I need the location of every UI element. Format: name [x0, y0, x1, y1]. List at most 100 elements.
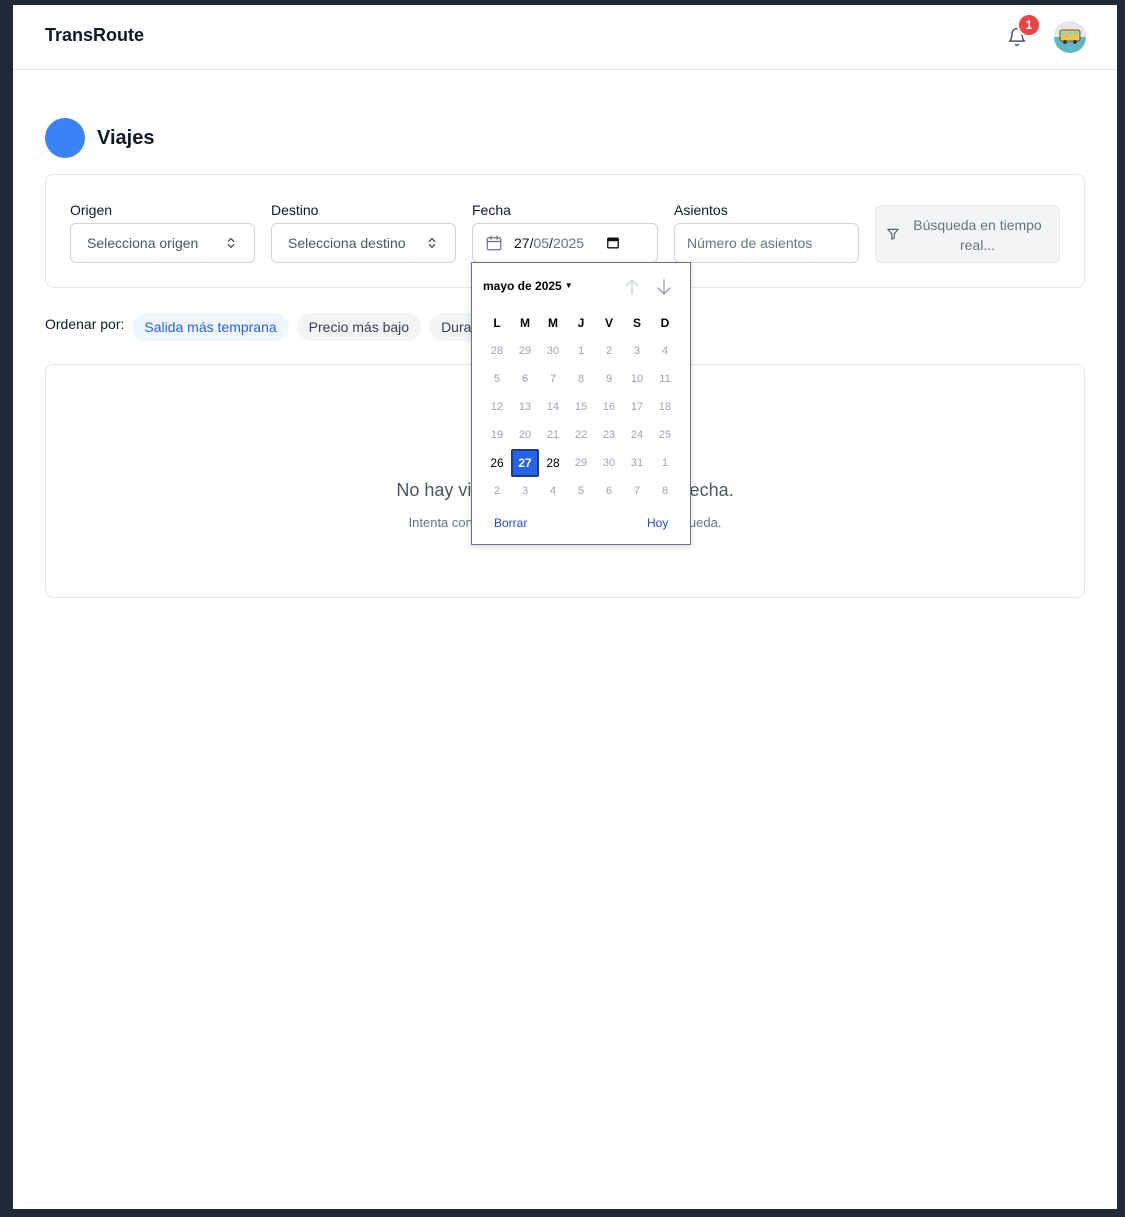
datepicker-day[interactable]: 4 — [539, 477, 567, 505]
datepicker-day[interactable]: 28 — [539, 449, 567, 477]
datepicker-day[interactable]: 23 — [595, 421, 623, 449]
datepicker-month-select[interactable]: mayo de 2025 ▼ — [483, 279, 573, 293]
date-label: Fecha — [472, 202, 511, 218]
datepicker-day[interactable]: 6 — [511, 365, 539, 393]
avatar[interactable] — [1054, 21, 1086, 53]
calendar-icon — [486, 235, 502, 251]
datepicker-weekday-row: LMMJVSD — [483, 309, 679, 337]
date-value: 27/05/2025 — [514, 235, 585, 251]
arrow-up-icon[interactable] — [622, 277, 642, 297]
datepicker-day[interactable]: 17 — [623, 393, 651, 421]
datepicker-day[interactable]: 22 — [567, 421, 595, 449]
sort-bar: Ordenar por: Salida más temprana Precio … — [45, 313, 517, 341]
datepicker-week-row: 2345678 — [483, 477, 679, 505]
datepicker-grid: L M M J V S D 28 29 30 1 2 3 4 5 6 7 8 9 10 11 12 13 14 15 16 17 18… — [483, 309, 679, 505]
datepicker-day[interactable]: 8 — [567, 365, 595, 393]
datepicker-day[interactable]: 9 — [595, 365, 623, 393]
datepicker-day[interactable]: 2 — [483, 477, 511, 505]
date-year: 2025 — [552, 235, 585, 251]
datepicker-day[interactable]: 6 — [595, 477, 623, 505]
chevron-updown-icon — [227, 237, 235, 249]
datepicker-week-row: 28 29 30 1 2 3 4 — [483, 337, 679, 365]
caret-down-icon: ▼ — [564, 281, 573, 290]
datepicker-day[interactable]: 30 — [595, 449, 623, 477]
page-icon — [45, 118, 85, 158]
datepicker-day[interactable]: 25 — [651, 421, 679, 449]
datepicker-day[interactable]: 14 — [539, 393, 567, 421]
realtime-search-button[interactable]: Búsqueda en tiempo real... — [875, 205, 1060, 263]
datepicker-day[interactable]: 11 — [651, 365, 679, 393]
datepicker-day-selected[interactable]: 27 — [511, 449, 539, 477]
datepicker-week-row: 12 13 14 15 16 17 18 — [483, 393, 679, 421]
datepicker-day[interactable]: 2 — [595, 337, 623, 365]
datepicker-day[interactable]: 1 — [651, 449, 679, 477]
datepicker-day[interactable]: 5 — [567, 477, 595, 505]
sort-option-lowest-price[interactable]: Precio más bajo — [296, 313, 422, 341]
destination-select-value: Selecciona destino — [288, 235, 406, 251]
date-input[interactable]: 27/05/2025 — [472, 223, 658, 263]
datepicker-popup: mayo de 2025 ▼ L M M J V S D 28 29 30 1 2 3 4 5 6 7 8 9 10 11… — [471, 262, 691, 545]
datepicker-day[interactable]: 29 — [511, 337, 539, 365]
datepicker-day[interactable]: 31 — [623, 449, 651, 477]
weekday-label: V — [604, 316, 613, 330]
origin-label: Origen — [70, 202, 113, 218]
datepicker-week-row: 26 27 28 29 30 31 1 — [483, 449, 679, 477]
datepicker-day[interactable]: 24 — [623, 421, 651, 449]
weekday-label: D — [660, 316, 670, 330]
datepicker-day[interactable]: 7 — [623, 477, 651, 505]
sort-label: Ordenar por: — [45, 316, 125, 332]
origin-select[interactable]: Selecciona origen — [70, 223, 255, 263]
weekday-label: M — [548, 316, 558, 330]
datepicker-day[interactable]: 21 — [539, 421, 567, 449]
datepicker-day[interactable]: 13 — [511, 393, 539, 421]
page-header: Viajes — [45, 118, 154, 158]
seats-label: Asientos — [674, 202, 728, 218]
datepicker-day[interactable]: 8 — [651, 477, 679, 505]
filter-icon — [887, 228, 899, 240]
datepicker-week-row: 19 20 21 22 23 24 25 — [483, 421, 679, 449]
seats-input[interactable]: Número de asientos — [674, 223, 859, 263]
datepicker-day[interactable]: 20 — [511, 421, 539, 449]
datepicker-day[interactable]: 30 — [539, 337, 567, 365]
datepicker-day[interactable]: 29 — [567, 449, 595, 477]
datepicker-day[interactable]: 19 — [483, 421, 511, 449]
datepicker-day[interactable]: 1 — [567, 337, 595, 365]
destination-label: Destino — [271, 202, 319, 218]
avatar-image — [1054, 21, 1086, 53]
datepicker-day[interactable]: 18 — [651, 393, 679, 421]
top-bar: TransRoute 1 — [13, 5, 1117, 70]
weekday-label: L — [493, 316, 501, 330]
app-window: TransRoute 1 Viajes Origen Selecciona or… — [13, 5, 1117, 1209]
datepicker-day[interactable]: 28 — [483, 337, 511, 365]
calendar-picker-icon[interactable] — [606, 236, 620, 250]
sort-option-earliest[interactable]: Salida más temprana — [132, 313, 289, 341]
datepicker-today-button[interactable]: Hoy — [647, 516, 668, 530]
datepicker-day[interactable]: 5 — [483, 365, 511, 393]
brand-logo[interactable]: TransRoute — [45, 25, 144, 46]
weekday-label: S — [632, 316, 641, 330]
date-month: 05 — [533, 235, 550, 251]
datepicker-day[interactable]: 26 — [483, 449, 511, 477]
weekday-label: M — [520, 316, 530, 330]
seats-placeholder: Número de asientos — [687, 235, 813, 251]
datepicker-day[interactable]: 7 — [539, 365, 567, 393]
arrow-down-icon[interactable] — [654, 277, 674, 297]
datepicker-day[interactable]: 12 — [483, 393, 511, 421]
origin-select-value: Selecciona origen — [87, 235, 199, 251]
datepicker-day[interactable]: 16 — [595, 393, 623, 421]
datepicker-day[interactable]: 3 — [623, 337, 651, 365]
weekday-label: J — [577, 316, 585, 330]
datepicker-day[interactable]: 10 — [623, 365, 651, 393]
datepicker-day[interactable]: 15 — [567, 393, 595, 421]
destination-select[interactable]: Selecciona destino — [271, 223, 456, 263]
datepicker-clear-button[interactable]: Borrar — [494, 516, 527, 530]
date-day: 27 — [514, 235, 530, 251]
page-title: Viajes — [97, 126, 155, 149]
datepicker-day[interactable]: 3 — [511, 477, 539, 505]
datepicker-month-label: mayo de 2025 — [483, 279, 562, 293]
chevron-updown-icon — [428, 237, 436, 249]
datepicker-week-row: 5 6 7 8 9 10 11 — [483, 365, 679, 393]
notification-badge: 1 — [1017, 13, 1041, 37]
datepicker-day[interactable]: 4 — [651, 337, 679, 365]
realtime-search-label: Búsqueda en tiempo real... — [913, 217, 1042, 253]
